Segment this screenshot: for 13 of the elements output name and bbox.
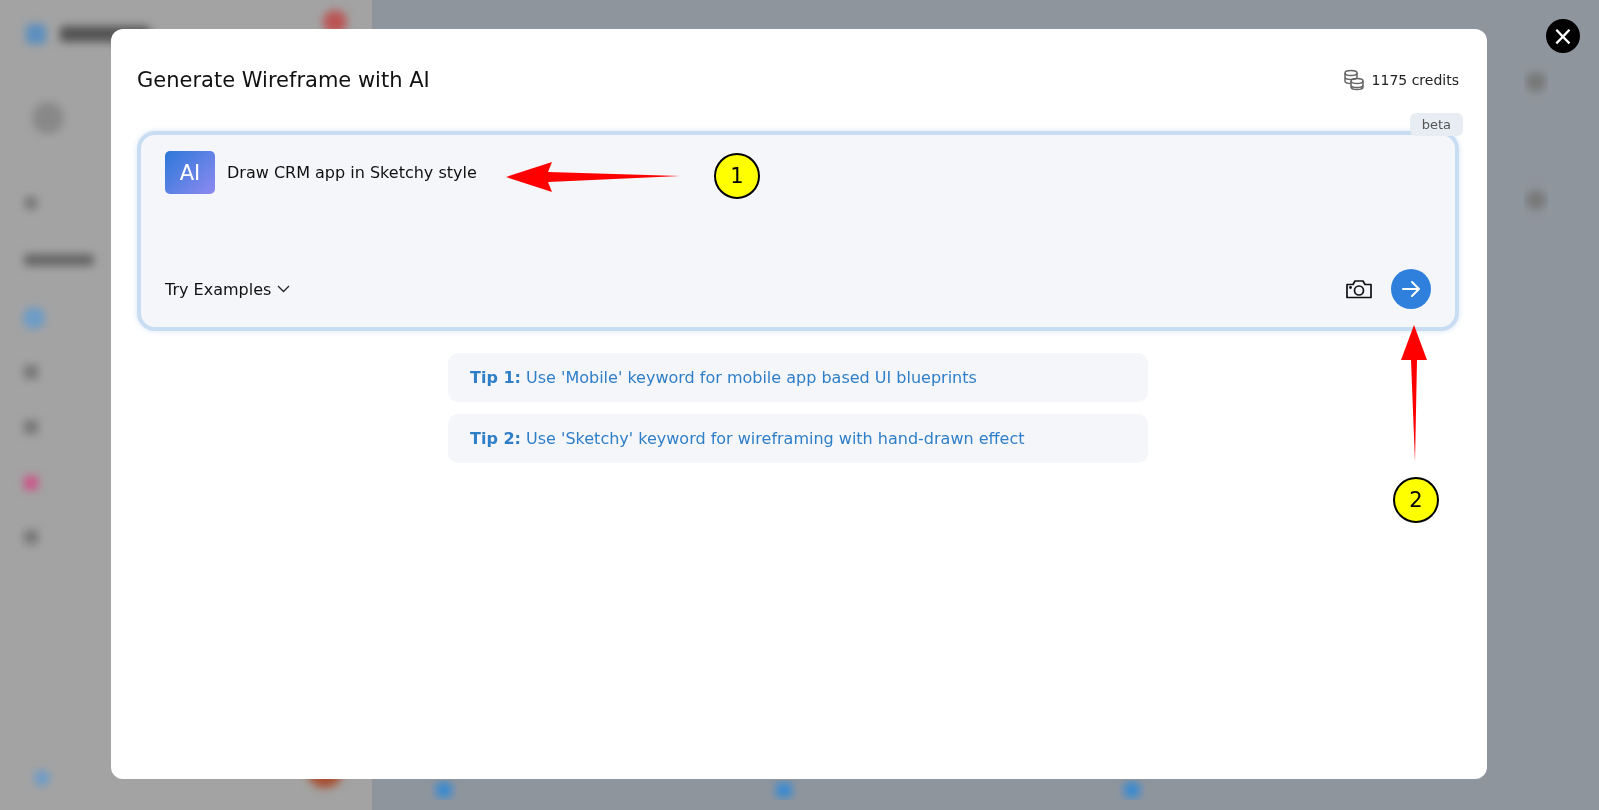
beta-badge: beta — [1409, 113, 1463, 136]
tip-message: Tip 2: Use 'Sketchy' keyword for wireframing with hand-drawn effect — [448, 414, 1148, 463]
prompt-text: Draw CRM app in Sketchy style — [227, 163, 477, 182]
arrow-icon — [1401, 281, 1421, 297]
caret-icon — [277, 285, 291, 293]
coins-icon — [1341, 68, 1366, 92]
camera-icon[interactable] — [1345, 278, 1373, 300]
credits-count: 1175 credits — [1371, 72, 1459, 88]
send-button[interactable] — [1391, 269, 1431, 309]
ai-icon: AI — [165, 151, 215, 194]
tip-message: Tip 1: Use 'Mobile' keyword for mobile app based UI blueprints — [448, 353, 1148, 402]
dialog-title: Generate Wireframe with AI — [137, 68, 430, 92]
try-examples-dropdown[interactable]: Try Examples — [165, 279, 291, 299]
